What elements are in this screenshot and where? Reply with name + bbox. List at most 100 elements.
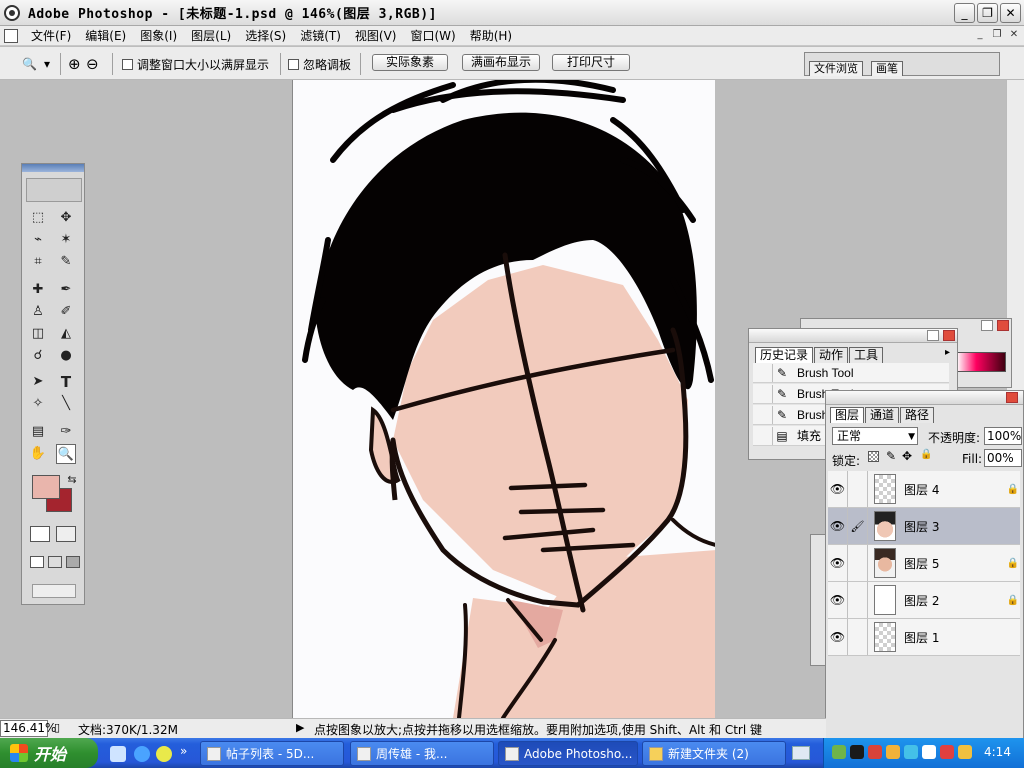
menu-window[interactable]: 窗口(W) (403, 27, 462, 44)
close-button[interactable]: ✕ (1000, 3, 1021, 23)
path-selection-tool-icon[interactable]: ➤ (28, 372, 48, 392)
menu-view[interactable]: 视图(V) (348, 27, 404, 44)
layer-row-4[interactable]: 👁 图层 4 🔒 (828, 471, 1020, 508)
layer-link-cell[interactable] (848, 471, 868, 507)
dodge-tool-icon[interactable]: ☌ (28, 346, 48, 366)
zoom-out-icon[interactable]: ⊖ (86, 55, 99, 73)
start-button[interactable]: 开始 (0, 738, 98, 768)
document-info-icon[interactable]: ▯ (54, 721, 60, 734)
history-minimize-icon[interactable] (927, 330, 939, 341)
eraser-tool-icon[interactable]: ◫ (28, 324, 48, 344)
zoom-tool-icon[interactable]: 🔍 (56, 444, 76, 464)
history-brush-tool-icon[interactable]: ✐ (56, 302, 76, 322)
toolbox-title-bar[interactable] (22, 164, 84, 172)
menu-file[interactable]: 文件(F) (24, 27, 78, 44)
tray-volume-icon[interactable] (922, 745, 936, 759)
photoshop-logo[interactable] (26, 178, 82, 202)
layer-link-cell[interactable] (848, 582, 868, 618)
doc-minimize-button[interactable]: _ (972, 28, 988, 43)
tab-channels[interactable]: 通道 (865, 407, 900, 423)
menu-layer[interactable]: 图层(L) (184, 27, 238, 44)
minimize-button[interactable]: _ (954, 3, 975, 23)
tray-security-icon[interactable] (868, 745, 882, 759)
history-menu-arrow-icon[interactable]: ▸ (945, 347, 950, 358)
eye-icon[interactable]: 👁 (828, 471, 848, 507)
task-forum[interactable]: 帖子列表 - 5D... (200, 741, 344, 766)
tray-pen-icon[interactable] (958, 745, 972, 759)
show-desktop-icon[interactable] (110, 746, 126, 762)
restore-button[interactable]: ❐ (977, 3, 998, 23)
task-music[interactable]: 周传雄 - 我... (350, 741, 494, 766)
menu-filter[interactable]: 滤镜(T) (293, 27, 348, 44)
zoom-tool-icon[interactable]: 🔍 (22, 55, 37, 73)
history-panel-titlebar[interactable] (749, 329, 957, 343)
document-canvas[interactable] (292, 80, 715, 718)
photoshop-app-icon[interactable] (4, 4, 20, 21)
tray-messenger-icon[interactable] (886, 745, 900, 759)
eye-icon[interactable]: 👁 (828, 508, 848, 544)
color-panel-close-icon[interactable] (997, 320, 1009, 331)
opacity-field[interactable]: 100% (984, 427, 1022, 445)
tool-preset-dropdown-icon[interactable]: ▾ (44, 55, 50, 73)
resize-windows-checkbox[interactable] (122, 58, 133, 70)
media-player-icon[interactable] (156, 746, 172, 762)
task-folder[interactable]: 新建文件夹 (2) (642, 741, 786, 766)
quick-launch-more-icon[interactable]: » (180, 744, 187, 758)
screen-mode-full-menu-button[interactable] (48, 556, 62, 568)
layer-row-2[interactable]: 👁 图层 2 🔒 (828, 582, 1020, 619)
tray-network-icon[interactable] (832, 745, 846, 759)
standard-mode-button[interactable] (30, 526, 50, 542)
color-ramp[interactable] (956, 352, 1006, 372)
screen-mode-full-button[interactable] (66, 556, 80, 568)
task-photoshop[interactable]: Adobe Photosho... (498, 741, 638, 766)
tab-actions[interactable]: 动作 (814, 347, 849, 363)
move-tool-icon[interactable]: ✥ (56, 208, 76, 228)
doc-restore-button[interactable]: ❐ (989, 28, 1005, 43)
foreground-color-swatch[interactable] (32, 475, 60, 499)
internet-explorer-icon[interactable] (134, 746, 150, 762)
notes-tool-icon[interactable]: ▤ (28, 422, 48, 442)
history-row[interactable]: ✎ Brush Tool (753, 363, 949, 383)
tray-update-icon[interactable] (940, 745, 954, 759)
clone-stamp-tool-icon[interactable]: ♙ (28, 302, 48, 322)
tray-qq-icon[interactable] (850, 745, 864, 759)
lock-all-icon[interactable]: 🔒 (920, 449, 932, 460)
eye-icon[interactable]: 👁 (828, 619, 848, 655)
slice-tool-icon[interactable]: ✎ (56, 252, 76, 272)
zoom-in-icon[interactable]: ⊕ (68, 55, 81, 73)
menu-image[interactable]: 图象(I) (133, 27, 184, 44)
fit-on-screen-button[interactable]: 满画布显示 (462, 54, 540, 71)
doc-close-button[interactable]: ✕ (1006, 28, 1022, 43)
pen-tool-icon[interactable]: ✧ (28, 394, 48, 414)
color-panel-minimize-icon[interactable] (981, 320, 993, 331)
layers-panel-titlebar[interactable] (826, 391, 1023, 405)
magic-wand-tool-icon[interactable]: ✶ (56, 230, 76, 250)
paintbrush-icon[interactable]: 🖌 (848, 508, 868, 544)
print-size-button[interactable]: 打印尺寸 (552, 54, 630, 71)
hand-tool-icon[interactable]: ✋ (28, 444, 48, 464)
lock-image-icon[interactable]: ✎ (886, 449, 896, 463)
menu-edit[interactable]: 编辑(E) (78, 27, 133, 44)
menu-select[interactable]: 选择(S) (238, 27, 293, 44)
layers-close-icon[interactable] (1006, 392, 1018, 403)
jump-to-imageready-button[interactable] (32, 584, 76, 598)
eyedropper-tool-icon[interactable]: ✑ (56, 422, 76, 442)
fill-field[interactable]: 00% (984, 449, 1022, 467)
line-tool-icon[interactable]: ╲ (56, 394, 76, 414)
well-tab-file-browser[interactable]: 文件浏览 (809, 61, 863, 76)
swap-colors-icon[interactable]: ⇆ (62, 470, 82, 490)
zoom-level-field[interactable]: 146.41% (0, 720, 56, 737)
well-tab-brushes[interactable]: 画笔 (871, 61, 903, 76)
marquee-tool-icon[interactable]: ⬚ (28, 208, 48, 228)
brush-tool-icon[interactable]: ✒ (56, 280, 76, 300)
ignore-palettes-checkbox[interactable] (288, 58, 299, 70)
status-menu-arrow-icon[interactable]: ▶ (296, 721, 304, 734)
sponge-tool-icon[interactable]: ● (56, 346, 76, 366)
tab-layers[interactable]: 图层 (830, 407, 865, 423)
type-tool-icon[interactable]: T (56, 372, 76, 392)
tab-tool-presets[interactable]: 工具 (849, 347, 884, 363)
lasso-tool-icon[interactable]: ⌁ (28, 230, 48, 250)
crop-tool-icon[interactable]: ⌗ (28, 252, 48, 272)
keyboard-icon[interactable] (792, 746, 810, 760)
layer-row-5[interactable]: 👁 图层 5 🔒 (828, 545, 1020, 582)
